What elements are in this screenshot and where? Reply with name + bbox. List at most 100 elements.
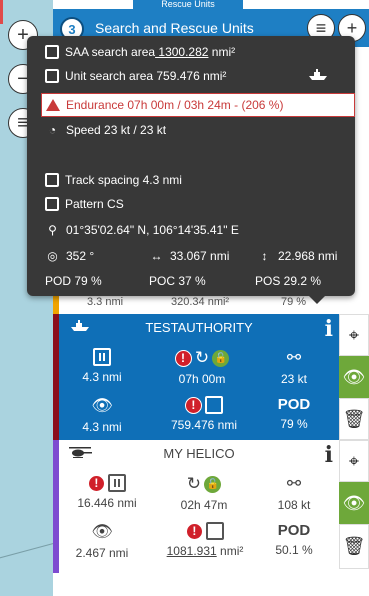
ship-icon (309, 69, 327, 80)
pod-value: 79 % (280, 417, 308, 431)
sweep-width-value: 2.467 nmi (75, 546, 129, 560)
crosshair-icon: ⌖ (348, 324, 360, 345)
map-feature (0, 0, 3, 24)
info-icon[interactable]: i (325, 442, 333, 468)
pod-label: POD (277, 396, 311, 413)
delete-unit-button[interactable]: 🗑 (339, 398, 369, 440)
endurance-cell: ! ↻ 🔓 07h 00m (152, 348, 252, 386)
saa-unit: nmi² (208, 45, 236, 59)
area-icon (45, 45, 59, 59)
poc-text: POC 37 % (149, 274, 206, 288)
peek-area-value: 320.34 nmi² (171, 296, 230, 308)
eye-icon: 👁 (342, 492, 366, 513)
alert-icon: ! (185, 522, 203, 540)
pod-value: 50.1 % (275, 543, 313, 557)
search-area-cell: ! 1081.931 nmi² (155, 522, 255, 558)
trash-icon: 🗑 (342, 536, 366, 556)
unit-card-testauthority[interactable]: TESTAUTHORITY i 4.3 nmi ! ↻ 🔓 07h 00m ⚯ … (53, 314, 339, 440)
track-spacing-value: 4.3 nmi (82, 370, 122, 384)
course-row: ◎ 352 ° (45, 248, 94, 263)
pos-text: POS 29.2 % (255, 274, 322, 288)
endurance-warning-text: Endurance 07h 00m / 03h 24m - (206 %) (66, 98, 284, 112)
compass-icon: ◎ (47, 248, 58, 263)
width-text: 33.067 nmi (170, 248, 230, 263)
unit-area-row: Unit search area 759.476 nmi² (45, 69, 226, 83)
pod-cell: POD 79 % (259, 396, 329, 431)
speed-text: Speed 23 kt / 23 kt (66, 122, 167, 137)
peek-pod-value: 79 % (281, 296, 307, 308)
speed-cell: ⚯ 23 kt (259, 348, 329, 386)
trash-icon: 🗑 (342, 408, 366, 429)
info-icon[interactable]: i (325, 316, 333, 342)
saa-area-row: SAA search area 1300.282 nmi² (45, 45, 235, 59)
track-spacing-icon (45, 173, 59, 187)
alert-icon: ! (174, 349, 192, 367)
search-area-unit: nmi² (216, 544, 244, 558)
alert-icon: ! (184, 396, 202, 414)
endurance-value: 02h 47m (180, 498, 228, 512)
sweep-width-cell: 👁 4.3 nmi (67, 396, 137, 434)
tab-rescue-units[interactable]: Rescue Units (133, 0, 243, 9)
speed-row: ◔ Speed 23 kt / 23 kt (45, 122, 166, 137)
position-row: ⚲ 01°35'02.64" N, 106°14'35.41" E (45, 222, 239, 237)
eye-icon: 👁 (342, 366, 366, 387)
toggle-visibility-button[interactable]: 👁 (339, 356, 369, 398)
pattern-icon (45, 197, 59, 211)
pattern-row: Pattern CS (45, 197, 124, 211)
endurance-warning: Endurance 07h 00m / 03h 24m - (206 %) (41, 93, 355, 117)
speedometer-icon: ◔ (48, 122, 57, 137)
pod-cell: POD 50.1 % (259, 522, 329, 557)
pattern-text: Pattern CS (65, 197, 124, 211)
area-icon (206, 522, 225, 540)
track-spacing-icon (93, 348, 111, 366)
alert-icon: ! (87, 474, 105, 492)
delete-unit-button[interactable]: 🗑 (339, 524, 369, 569)
search-area-value: 759.476 nmi (170, 418, 238, 432)
unit-name: TESTAUTHORITY (145, 320, 253, 335)
location-pin-icon: ⚲ (48, 222, 57, 237)
warning-icon (46, 99, 60, 111)
speed-value: 23 kt (280, 372, 307, 386)
speed-value: 108 kt (277, 498, 311, 512)
endurance-timer-icon: ↻ (186, 474, 201, 493)
unit-name: MY HELICO (163, 446, 235, 461)
search-area-cell: ! 759.476 nmi (159, 396, 249, 432)
length-row: ↕ 22.968 nmi (257, 248, 338, 263)
crosshair-icon: ⌖ (348, 450, 360, 471)
area-icon (205, 396, 224, 414)
peek-track-value: 3.3 nmi (87, 296, 124, 308)
saa-value[interactable]: 1300.282 (155, 45, 208, 59)
horizontal-arrows-icon: ↔ (150, 248, 163, 263)
saa-label: SAA search area (65, 45, 156, 59)
list-item[interactable]: 3.3 nmi 320.34 nmi² 79 % (53, 296, 339, 314)
speed-cell: ⚯ 108 kt (259, 474, 329, 512)
track-spacing-text: Track spacing 4.3 nmi (65, 173, 182, 187)
search-area-value[interactable]: 1081.931 (167, 544, 217, 558)
unit-area-text: Unit search area 759.476 nmi² (65, 69, 227, 83)
unit-details-tooltip: SAA search area 1300.282 nmi² Unit searc… (27, 36, 355, 304)
track-spacing-value: 16.446 nmi (77, 496, 137, 510)
track-spacing-cell: ! 16.446 nmi (67, 474, 147, 510)
endurance-value: 07h 00m (178, 372, 226, 386)
width-row: ↔ 33.067 nmi (149, 248, 230, 263)
panel-title: Search and Rescue Units (95, 20, 254, 36)
eye-icon: 👁 (91, 522, 113, 541)
unlock-icon[interactable]: 🔓 (204, 475, 222, 493)
track-spacing-icon (108, 474, 127, 492)
track-spacing-cell: 4.3 nmi (67, 348, 137, 384)
sweep-width-cell: 👁 2.467 nmi (67, 522, 137, 560)
locate-unit-button[interactable]: ⌖ (339, 314, 369, 356)
eye-icon: 👁 (91, 396, 113, 415)
pod-text: POD 79 % (45, 274, 102, 288)
pod-label: POD (277, 522, 311, 539)
unlock-icon[interactable]: 🔓 (212, 349, 230, 367)
length-text: 22.968 nmi (278, 248, 338, 263)
unit-card-my-helico[interactable]: MY HELICO i ! 16.446 nmi ↻ 🔓 02h 47m ⚯ 1… (53, 440, 339, 573)
position-text: 01°35'02.64" N, 106°14'35.41" E (66, 222, 239, 237)
area-icon (45, 69, 59, 83)
locate-unit-button[interactable]: ⌖ (339, 440, 369, 482)
endurance-timer-icon: ↻ (194, 348, 210, 367)
binoculars-icon: ⚯ (286, 474, 302, 493)
toggle-visibility-button[interactable]: 👁 (339, 482, 369, 524)
vertical-arrows-icon: ↕ (261, 248, 268, 263)
